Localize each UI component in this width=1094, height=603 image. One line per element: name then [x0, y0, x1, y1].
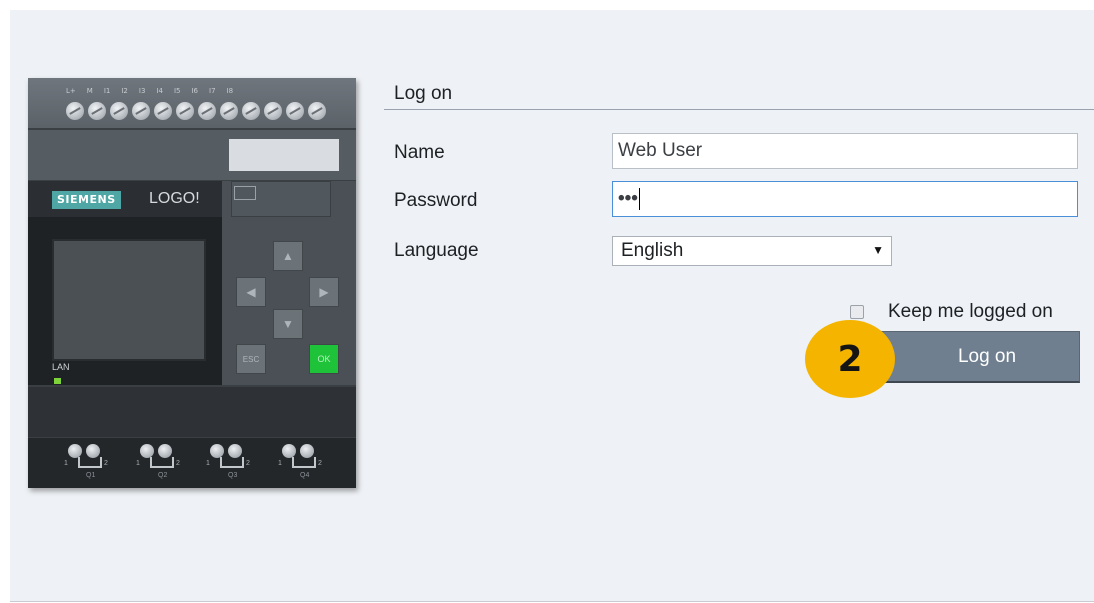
screw-icon: [282, 444, 296, 458]
keep-logged-on-checkbox[interactable]: [850, 305, 864, 319]
password-label: Password: [394, 190, 478, 211]
logo-device-image: L+ M I1 I2 I3 I4 I5 I6 I7 I8 SIEMENS LOG…: [28, 78, 356, 488]
output-label: Q4: [300, 472, 310, 479]
terminal-label: I2: [121, 87, 128, 95]
terminal-label: I3: [138, 87, 146, 95]
device-lower-section: [28, 387, 356, 437]
relay-symbol-icon: [150, 457, 174, 468]
screw-icon: [88, 102, 106, 120]
right-arrow-key-icon: ▶: [309, 277, 339, 307]
screw-icon: [220, 102, 238, 120]
brand-bar: SIEMENS LOGO!: [28, 181, 222, 217]
screw-icon: [66, 102, 84, 120]
output-terminal: 1 2 Q4: [278, 444, 338, 484]
log-on-button-label: Log on: [957, 346, 1017, 367]
form-title: Log on: [394, 83, 453, 104]
logo-model-text: LOGO!: [149, 190, 200, 207]
output-terminal: 1 2 Q3: [206, 444, 266, 484]
step-badge: 2: [805, 320, 895, 398]
up-arrow-key-icon: ▲: [273, 241, 303, 271]
screw-icon: [300, 444, 314, 458]
device-output-strip: 1 2 Q1 1 2 Q2 1 2 Q3 1 2 Q4: [28, 438, 356, 488]
screw-icon: [140, 444, 154, 458]
terminal-label: I7: [209, 87, 216, 95]
card-icon: [234, 186, 256, 200]
terminal-label: I6: [191, 87, 198, 95]
screw-icon: [198, 102, 216, 120]
left-arrow-key-icon: ◀: [236, 277, 266, 307]
name-label: Name: [394, 142, 445, 163]
output-pin-number: 2: [246, 460, 250, 467]
relay-symbol-icon: [220, 457, 244, 468]
screw-icon: [286, 102, 304, 120]
terminal-labels: L+ M I1 I2 I3 I4 I5 I6 I7 I8: [66, 87, 326, 97]
screw-icon: [242, 102, 260, 120]
output-label: Q2: [158, 472, 168, 479]
name-input-value: Web User: [618, 140, 703, 161]
relay-symbol-icon: [292, 457, 316, 468]
lcd-display: [52, 239, 206, 361]
screw-icon: [228, 444, 242, 458]
ok-key: OK: [309, 344, 339, 374]
language-label: Language: [394, 240, 479, 261]
title-divider: [384, 109, 1094, 110]
device-label-slot: [229, 139, 339, 171]
output-pin-number: 1: [136, 460, 140, 467]
screw-icon: [86, 444, 100, 458]
terminal-screws: [66, 102, 326, 120]
output-pin-number: 2: [104, 460, 108, 467]
output-pin-number: 1: [64, 460, 68, 467]
terminal-label: I4: [156, 87, 163, 95]
output-pin-number: 1: [206, 460, 210, 467]
lan-led-icon: [54, 378, 61, 384]
name-input[interactable]: Web User: [612, 133, 1078, 169]
screw-icon: [264, 102, 282, 120]
screw-icon: [110, 102, 128, 120]
relay-symbol-icon: [78, 457, 102, 468]
keep-logged-on-label[interactable]: Keep me logged on: [888, 301, 1053, 323]
step-badge-number: 2: [837, 338, 863, 380]
password-input-value: •••: [618, 188, 638, 210]
down-arrow-key-icon: ▼: [273, 309, 303, 339]
screw-icon: [68, 444, 82, 458]
terminal-label: I8: [226, 87, 234, 95]
password-input[interactable]: •••: [612, 181, 1078, 217]
output-pin-number: 1: [278, 460, 282, 467]
output-pin-number: 2: [318, 460, 322, 467]
screw-icon: [210, 444, 224, 458]
device-front-panel: SIEMENS LOGO! LAN ▲ ◀ ▶ ▼ ESC OK: [28, 181, 356, 385]
dropdown-arrow-icon: ▼: [872, 243, 884, 257]
text-caret: [638, 188, 640, 210]
screw-icon: [176, 102, 194, 120]
screw-icon: [158, 444, 172, 458]
lan-label: LAN: [52, 362, 70, 372]
device-display-housing: SIEMENS LOGO! LAN: [28, 181, 222, 385]
screw-icon: [154, 102, 172, 120]
screw-icon: [308, 102, 326, 120]
esc-key: ESC: [236, 344, 266, 374]
output-terminal: 1 2 Q1: [64, 444, 124, 484]
terminal-label: L+: [66, 87, 76, 95]
language-select-value: English: [621, 240, 684, 261]
output-label: Q1: [86, 472, 96, 479]
siemens-logo: SIEMENS: [52, 191, 121, 209]
language-select[interactable]: English ▼: [612, 236, 892, 266]
output-label: Q3: [228, 472, 238, 479]
terminal-label: I5: [173, 87, 181, 95]
device-terminal-strip: L+ M I1 I2 I3 I4 I5 I6 I7 I8: [28, 78, 356, 128]
output-pin-number: 2: [176, 460, 180, 467]
screw-icon: [132, 102, 150, 120]
terminal-label: M: [86, 87, 93, 95]
terminal-label: I1: [103, 87, 111, 95]
output-terminal: 1 2 Q2: [136, 444, 196, 484]
